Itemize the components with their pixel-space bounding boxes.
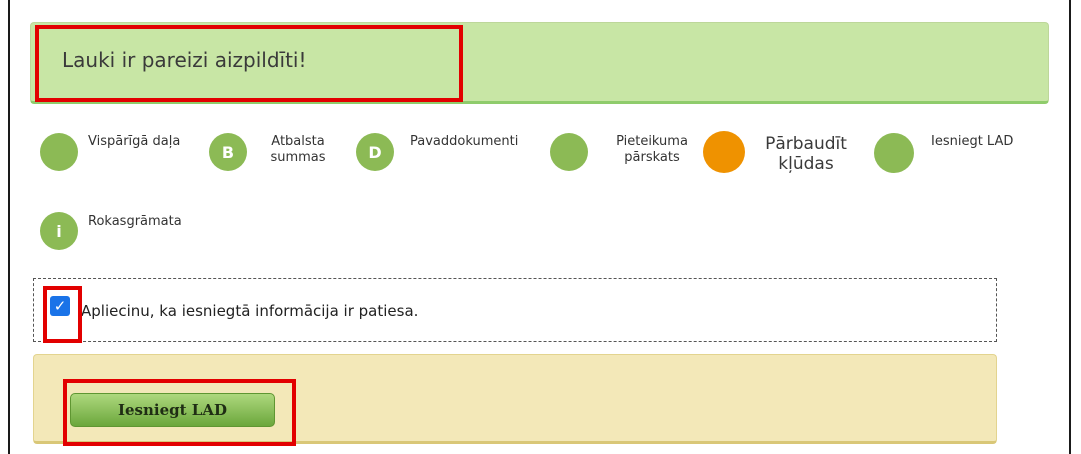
step-label-check-errors[interactable]: Pārbaudīt kļūdas xyxy=(756,134,856,174)
info-icon[interactable]: i xyxy=(40,212,78,250)
frame-border-left xyxy=(8,0,10,454)
confirmation-label[interactable]: Apliecinu, ka iesniegtā informācija ir p… xyxy=(81,302,418,320)
step-circle-documents[interactable]: D xyxy=(356,133,394,171)
step-label-manual[interactable]: Rokasgrāmata xyxy=(88,214,182,230)
step-label-overview[interactable]: Pieteikuma pārskats xyxy=(604,134,700,166)
frame-border-right xyxy=(1069,0,1071,454)
highlight-box-checkbox xyxy=(43,286,82,343)
step-circle-check-errors[interactable] xyxy=(703,131,745,173)
step-circle-submit[interactable] xyxy=(874,133,914,173)
step-label-general[interactable]: Vispārīgā daļa xyxy=(88,134,180,150)
step-circle-support[interactable]: B xyxy=(209,133,247,171)
step-circle-overview[interactable] xyxy=(550,133,588,171)
step-label-submit[interactable]: Iesniegt LAD xyxy=(931,134,1013,150)
highlight-box-submit xyxy=(63,379,296,446)
highlight-box-banner xyxy=(35,25,463,102)
step-label-documents[interactable]: Pavaddokumenti xyxy=(410,134,518,150)
step-circle-general[interactable] xyxy=(40,133,78,171)
step-label-support[interactable]: Atbalsta summas xyxy=(261,134,335,166)
